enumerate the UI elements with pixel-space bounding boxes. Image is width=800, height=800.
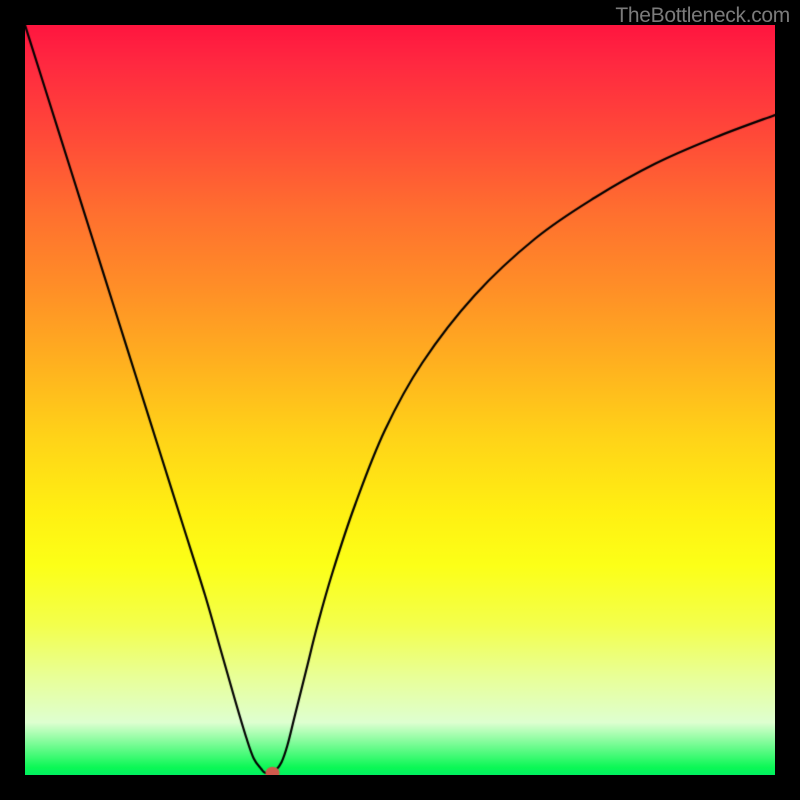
watermark-text: TheBottleneck.com — [615, 4, 790, 28]
chart-frame: TheBottleneck.com — [0, 0, 800, 800]
chart-gradient-background — [25, 25, 775, 775]
